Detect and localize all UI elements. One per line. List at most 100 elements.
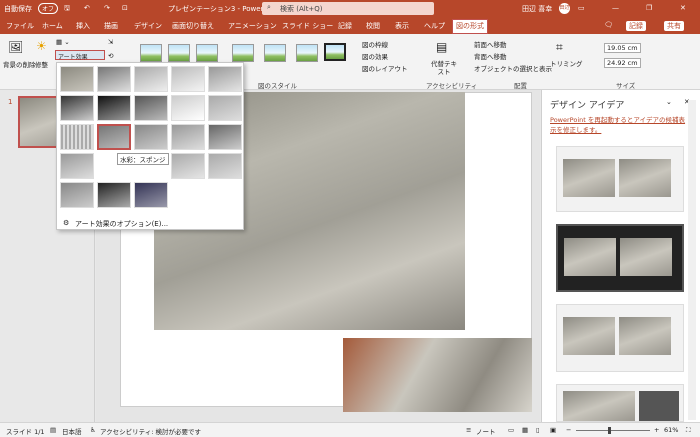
tab-draw[interactable]: 描画 [104, 21, 118, 31]
undo-icon[interactable]: ↶ [84, 4, 90, 12]
language-indicator[interactable]: 日本語 [62, 426, 82, 436]
picture-style-7[interactable] [324, 43, 346, 61]
picture-style-5[interactable] [264, 44, 286, 62]
corrections-button[interactable]: 修整 [35, 59, 48, 69]
art-effect-film-grain[interactable] [134, 124, 168, 150]
tab-insert[interactable]: 挿入 [76, 21, 90, 31]
size-group-label: サイズ [616, 82, 636, 90]
art-effect-light-screen[interactable] [208, 95, 242, 121]
slideshow-icon[interactable]: ▣ [550, 426, 556, 434]
restore-icon[interactable]: ❐ [646, 4, 652, 12]
tab-file[interactable]: ファイル [6, 21, 34, 31]
slide-indicator: スライド 1/1 [6, 428, 45, 436]
picture-style-4[interactable] [232, 44, 254, 62]
design-idea-2[interactable] [556, 224, 684, 292]
compress-icon[interactable]: ⇲ [108, 38, 113, 46]
art-effect-mosaic[interactable] [171, 124, 205, 150]
slide-sorter-icon[interactable]: ▦ [522, 426, 528, 434]
bring-forward-button[interactable]: 前面へ移動 [474, 39, 507, 49]
remove-background-button[interactable]: 背景の削除 [3, 59, 36, 69]
art-effect-glass[interactable] [60, 182, 94, 208]
search-input[interactable]: ⌕ 検索 (Alt+Q) [262, 2, 434, 15]
picture-style-2[interactable] [168, 44, 190, 62]
art-effect-none[interactable] [60, 66, 94, 92]
color-icon[interactable]: ▦ ⌄ [56, 38, 70, 46]
accessibility-status[interactable]: アクセシビリティ: 検討が必要です [100, 426, 201, 436]
art-effect-chalk[interactable] [208, 66, 242, 92]
design-idea-1[interactable] [556, 146, 684, 212]
minimize-icon[interactable]: — [612, 4, 619, 12]
art-effect-blur[interactable] [171, 95, 205, 121]
spellcheck-icon[interactable]: ▤ [50, 426, 56, 434]
autosave-label: 自動保存 [4, 5, 32, 13]
height-field[interactable]: 19.05 cm [604, 43, 641, 53]
art-effect-options[interactable]: アート効果のオプション(E)... [75, 219, 168, 229]
user-name[interactable]: 田辺 喜幸 [522, 4, 552, 14]
art-effect-texturizer[interactable] [171, 153, 205, 179]
art-effect-line-drawing[interactable] [171, 66, 205, 92]
tab-help[interactable]: ヘルプ [424, 21, 445, 31]
art-effect-cement[interactable] [60, 153, 94, 179]
zoom-level[interactable]: 61% [664, 426, 678, 434]
art-effect-watercolor-sponge[interactable] [97, 124, 131, 150]
save-icon[interactable]: 🖫 [64, 4, 70, 15]
zoom-slider[interactable] [576, 430, 650, 431]
picture-style-3[interactable] [196, 44, 218, 62]
tab-slideshow[interactable]: スライド ショー [282, 21, 333, 31]
art-effect-paint-brush[interactable] [97, 95, 131, 121]
tab-review[interactable]: 校閲 [366, 21, 380, 31]
reading-view-icon[interactable]: ▯ [536, 426, 540, 434]
art-effect-paint-strokes[interactable] [60, 95, 94, 121]
picture-border-button[interactable]: 図の枠線 [362, 39, 388, 49]
design-pane-notice[interactable]: PowerPoint を再起動するとアイデアの候補表示を修正します。 [550, 114, 690, 134]
fit-to-window-icon[interactable]: ⛶ [686, 426, 691, 435]
ribbon-display-icon[interactable]: ▭ [578, 4, 585, 12]
comments-icon[interactable]: 🗨 [604, 21, 613, 29]
tab-home[interactable]: ホーム [42, 21, 63, 31]
art-effect-glow-edges[interactable] [134, 182, 168, 208]
zoom-out-icon[interactable]: − [566, 426, 571, 434]
record-button[interactable]: 記録 [626, 21, 646, 31]
send-backward-button[interactable]: 背面へ移動 [474, 51, 507, 61]
zoom-in-icon[interactable]: + [654, 426, 659, 434]
art-effect-photocopy[interactable] [97, 182, 131, 208]
art-effect-crisscross[interactable] [208, 124, 242, 150]
design-idea-3[interactable] [556, 304, 684, 372]
tab-animations[interactable]: アニメーション [228, 21, 277, 31]
pane-options-icon[interactable]: ⌄ [666, 98, 672, 106]
avatar[interactable]: 田辺 [559, 3, 570, 14]
remove-background-icon: 🖼 [8, 40, 24, 54]
tab-design[interactable]: デザイン [134, 21, 162, 31]
tab-picture-format[interactable]: 図の形式 [452, 19, 488, 34]
start-slideshow-icon[interactable]: ⊡ [122, 4, 128, 12]
art-effect-pencil-gray[interactable] [134, 66, 168, 92]
autosave-toggle[interactable]: オフ [38, 3, 59, 14]
width-field[interactable]: 24.92 cm [604, 58, 641, 68]
selection-pane-button[interactable]: オブジェクトの選択と表示 [474, 63, 552, 73]
zoom-slider-thumb[interactable] [608, 427, 611, 434]
art-effect-pencil-grayscale[interactable] [60, 124, 94, 150]
art-effect-glow-diffused[interactable] [134, 95, 168, 121]
redo-icon[interactable]: ↷ [104, 4, 110, 12]
normal-view-icon[interactable]: ▭ [508, 426, 514, 434]
picture-2[interactable] [343, 338, 532, 412]
reset-picture-icon[interactable]: ⟲ [108, 52, 113, 60]
tab-record[interactable]: 記録 [338, 21, 352, 31]
alt-text-button[interactable]: 代替テキスト [428, 60, 460, 76]
picture-layout-button[interactable]: 図のレイアウト [362, 63, 408, 73]
close-icon[interactable]: ✕ [680, 4, 686, 12]
share-button[interactable]: 共有 [664, 21, 684, 31]
design-idea-4[interactable] [556, 384, 684, 422]
art-effect-plastic-wrap[interactable] [208, 153, 242, 179]
picture-style-1[interactable] [140, 44, 162, 62]
notes-button[interactable]: ノート [476, 426, 496, 436]
art-effect-marker[interactable] [97, 66, 131, 92]
design-pane-scrollbar[interactable] [688, 100, 696, 420]
picture-style-6[interactable] [296, 44, 318, 62]
picture-effects-button[interactable]: 図の効果 [362, 51, 388, 61]
tab-transitions[interactable]: 画面切り替え [172, 21, 214, 31]
art-effects-button[interactable]: アート効果 [55, 50, 105, 61]
tab-view[interactable]: 表示 [395, 21, 409, 31]
crop-button[interactable]: トリミング [550, 58, 583, 68]
design-idea-2-image-left [564, 238, 616, 276]
